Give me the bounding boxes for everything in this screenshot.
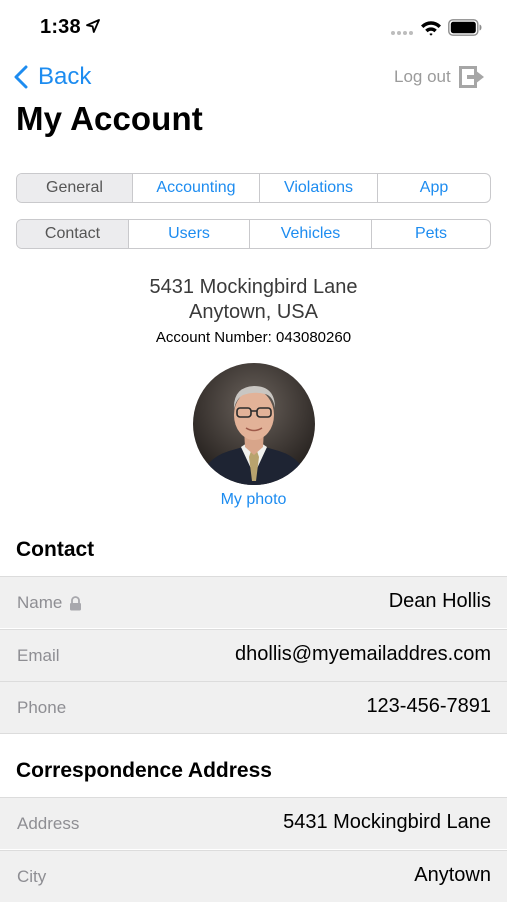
- correspondence-row-city[interactable]: City Anytown: [0, 850, 507, 902]
- correspondence-section-header: Correspondence Address: [16, 759, 272, 782]
- tab-violations[interactable]: Violations: [259, 174, 377, 202]
- back-label: Back: [38, 63, 92, 90]
- segmented-control-general: Contact Users Vehicles Pets: [16, 219, 491, 249]
- address-label: Address: [17, 814, 80, 833]
- logout-button[interactable]: Log out: [394, 62, 485, 92]
- tab-users[interactable]: Users: [128, 220, 249, 248]
- email-value: dhollis@myemailaddres.com: [235, 643, 491, 665]
- location-arrow-icon: [86, 19, 100, 33]
- account-address-line1: 5431 Mockingbird Lane: [149, 276, 358, 298]
- contact-row-phone[interactable]: Phone 123-456-7891: [0, 681, 507, 734]
- tab-general[interactable]: General: [17, 174, 132, 202]
- tab-vehicles[interactable]: Vehicles: [249, 220, 371, 248]
- correspondence-row-address[interactable]: Address 5431 Mockingbird Lane: [0, 797, 507, 849]
- logout-label: Log out: [394, 67, 451, 86]
- name-label-group: Name: [17, 593, 82, 613]
- contact-row-name[interactable]: Name Dean Hollis: [0, 576, 507, 628]
- city-value: Anytown: [414, 864, 491, 886]
- tab-contact[interactable]: Contact: [17, 220, 128, 248]
- phone-label: Phone: [17, 698, 67, 717]
- address-value: 5431 Mockingbird Lane: [283, 811, 491, 833]
- tab-app[interactable]: App: [377, 174, 490, 202]
- contact-row-email[interactable]: Email dhollis@myemailaddres.com: [0, 629, 507, 681]
- avatar-photo: [193, 363, 315, 485]
- account-address-line2: Anytown, USA: [189, 301, 318, 323]
- page-title: My Account: [16, 100, 203, 137]
- name-label: Name: [17, 593, 63, 612]
- my-photo-link[interactable]: My photo: [0, 491, 507, 509]
- name-value: Dean Hollis: [388, 590, 491, 612]
- chevron-left-icon: [14, 65, 28, 89]
- contact-section-header: Contact: [16, 538, 95, 561]
- signal-icon: [391, 31, 413, 35]
- back-button[interactable]: Back: [14, 60, 91, 94]
- status-time: 1:38: [40, 16, 81, 38]
- wifi-icon: [421, 21, 441, 36]
- city-label: City: [17, 867, 47, 886]
- lock-icon: [70, 595, 82, 610]
- tab-pets[interactable]: Pets: [371, 220, 490, 248]
- tab-accounting[interactable]: Accounting: [132, 174, 259, 202]
- logout-icon: [458, 66, 484, 88]
- account-number: Account Number: 043080260: [155, 329, 352, 346]
- status-bar: 1:38: [0, 0, 507, 52]
- avatar[interactable]: [193, 363, 315, 485]
- email-label: Email: [17, 646, 60, 665]
- battery-icon: [448, 19, 482, 36]
- segmented-control-sections: General Accounting Violations App: [16, 173, 491, 203]
- phone-value: 123-456-7891: [366, 695, 491, 717]
